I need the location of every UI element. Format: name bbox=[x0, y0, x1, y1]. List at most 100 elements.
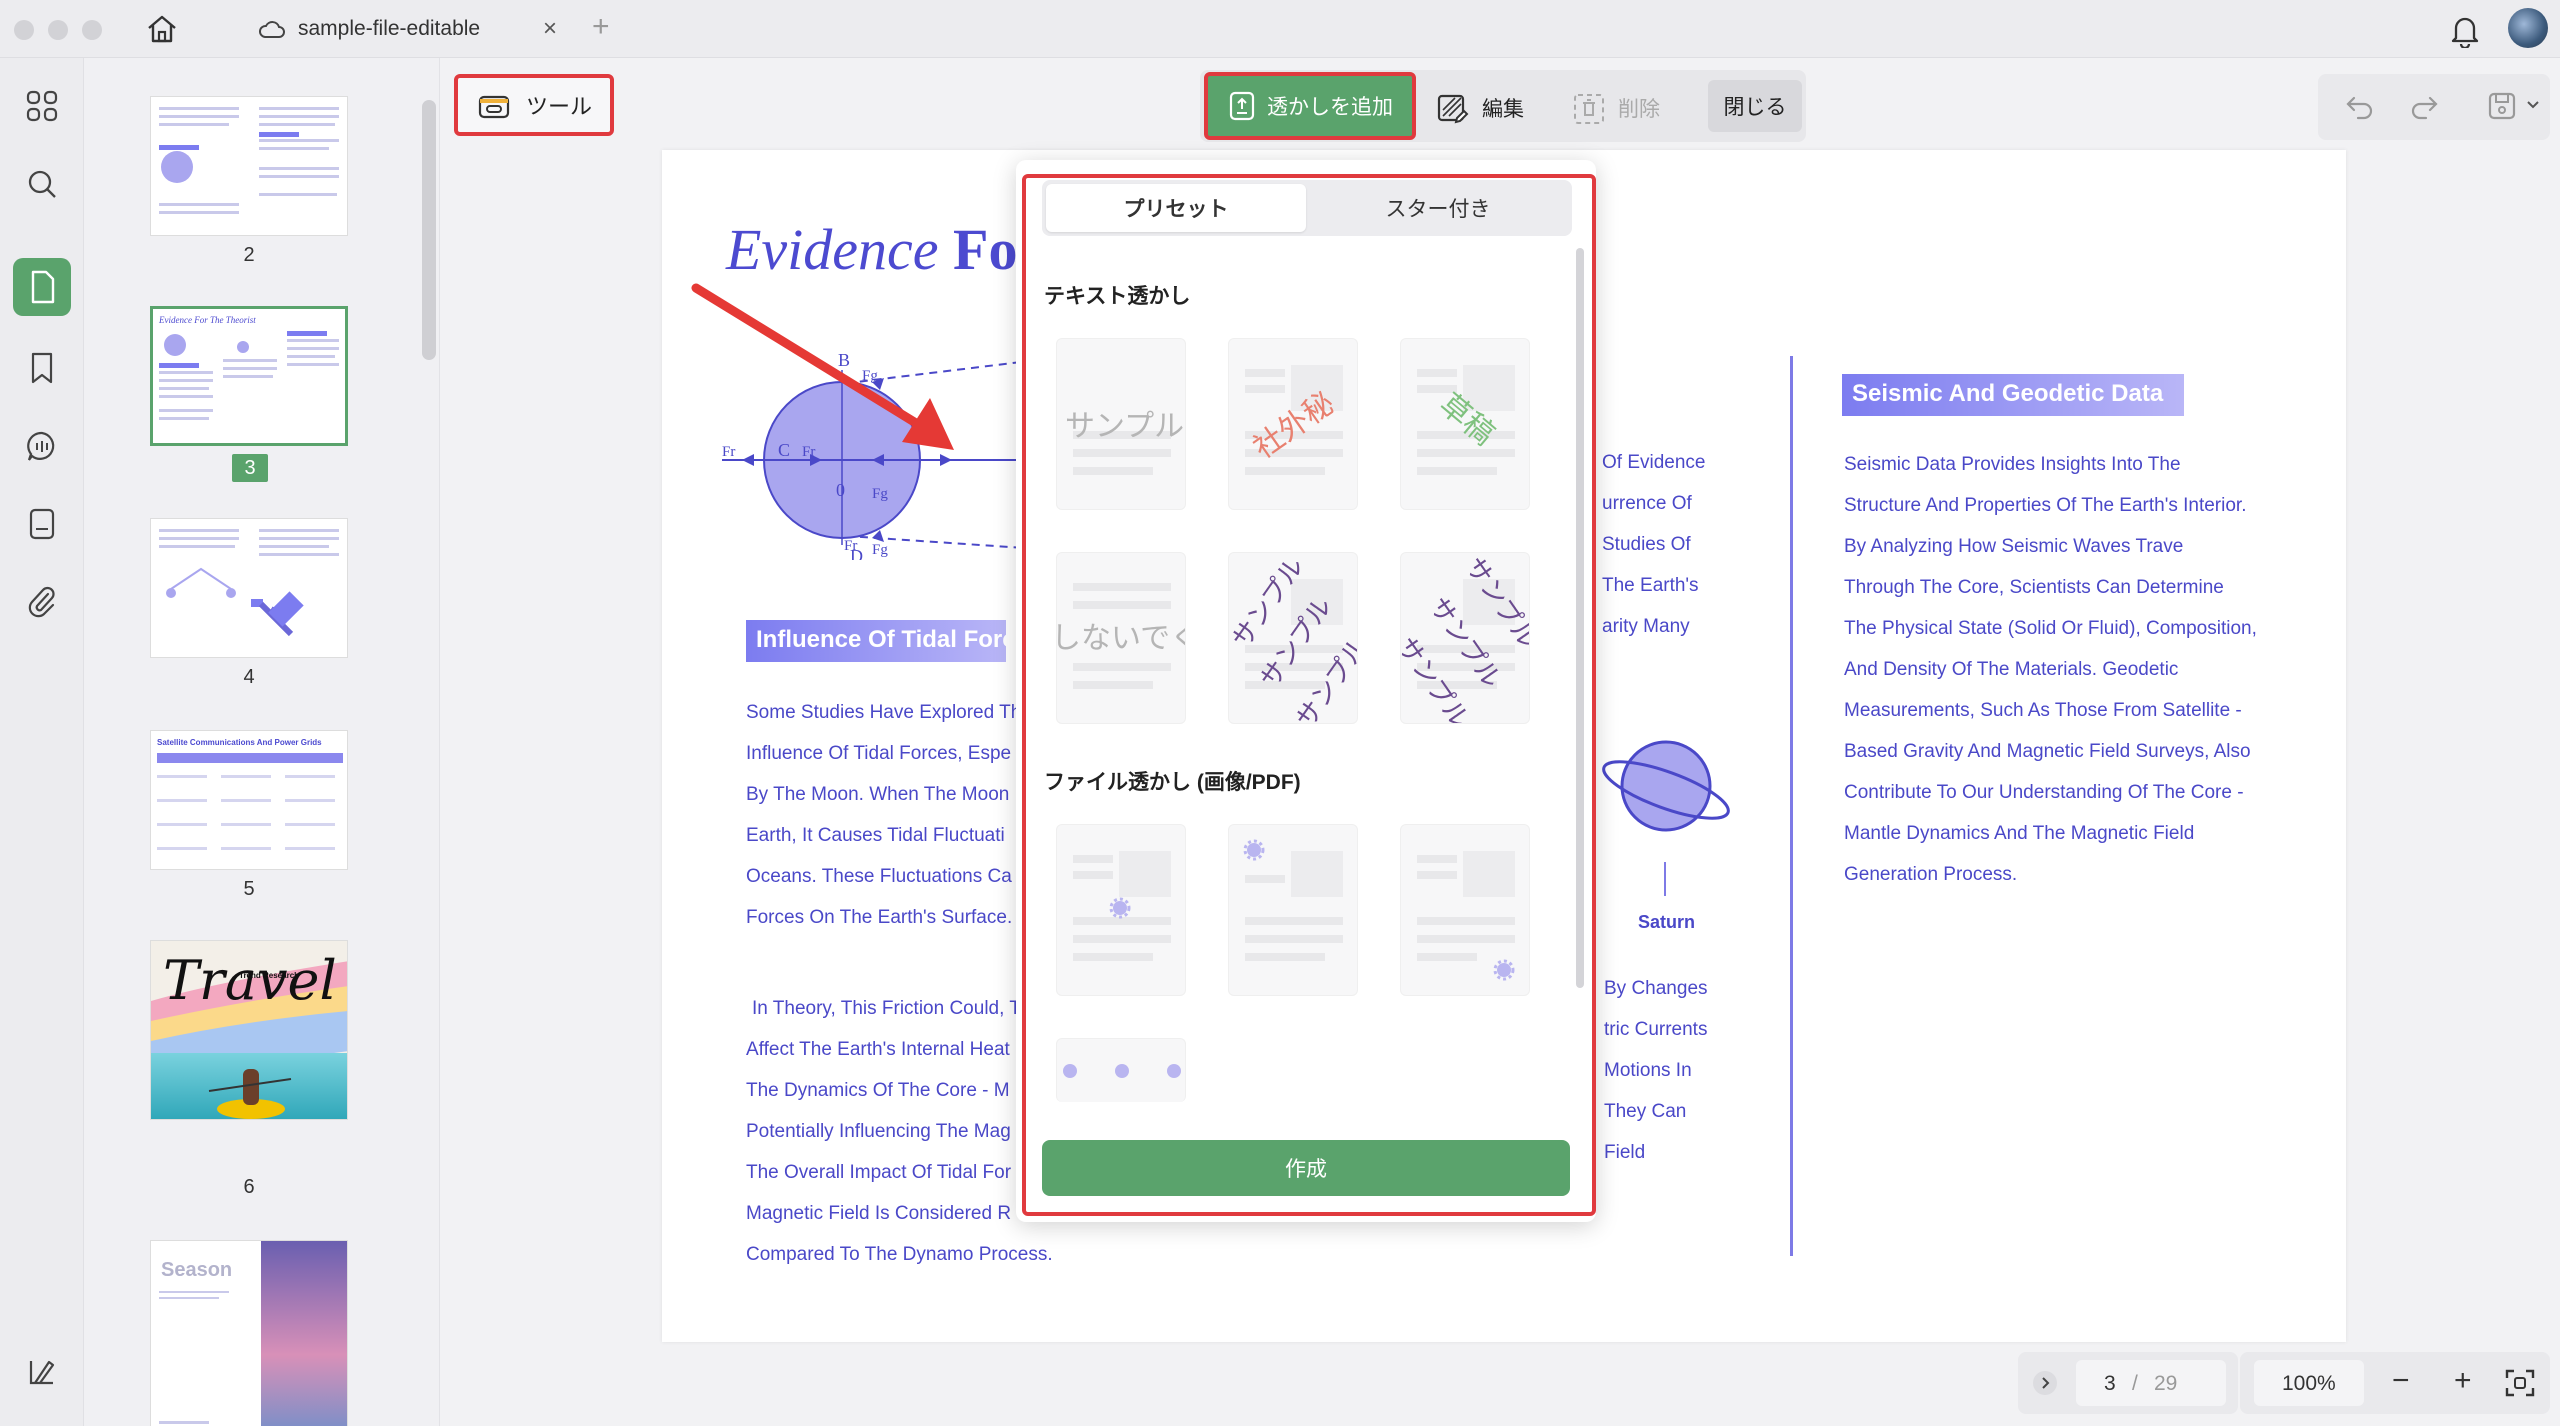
home-button[interactable] bbox=[140, 12, 184, 46]
tab-title: sample-file-editable bbox=[298, 17, 481, 40]
save-icon[interactable] bbox=[2486, 90, 2518, 122]
thumbnail-page-7[interactable]: Season bbox=[150, 1240, 348, 1426]
file-preset-bottom-right-card[interactable] bbox=[1400, 824, 1530, 996]
window-close-dot[interactable] bbox=[14, 20, 34, 40]
thumbnail-page-3[interactable]: Evidence For The Theorist bbox=[150, 306, 348, 446]
text-line: The Dynamics Of The Core - M bbox=[746, 1080, 1010, 1101]
document-tab[interactable]: sample-file-editable × bbox=[258, 6, 578, 52]
window-zoom-dot[interactable] bbox=[82, 20, 102, 40]
tab-presets[interactable]: プリセット bbox=[1046, 184, 1306, 232]
thumbnail-travel-subtitle: Trend Research bbox=[239, 971, 300, 980]
chevron-right-icon[interactable] bbox=[2032, 1370, 2058, 1396]
tab-starred[interactable]: スター付き bbox=[1308, 184, 1568, 232]
preset-tiled-sample-card[interactable]: サンプル サンプル サンプル bbox=[1228, 552, 1358, 724]
thumbnail-page-4[interactable] bbox=[150, 518, 348, 658]
fit-screen-icon[interactable] bbox=[2504, 1368, 2536, 1398]
toolbox-icon bbox=[478, 95, 510, 119]
thumbnail-page-5[interactable]: Satellite Communications And Power Grids bbox=[150, 730, 348, 870]
tools-button[interactable]: ツール bbox=[454, 74, 614, 136]
watermark-donot-text: しないでく bbox=[1056, 622, 1185, 655]
new-tab-icon[interactable]: + bbox=[592, 10, 610, 44]
watermark-tab-switch: プリセット スター付き bbox=[1042, 180, 1572, 236]
text-watermark-heading: テキスト透かし bbox=[1044, 285, 1191, 308]
edit-watermark-button[interactable]: 編集 bbox=[1436, 84, 1524, 132]
rail-comment-button[interactable] bbox=[20, 424, 64, 468]
text-line: By The Moon. When The Moon bbox=[746, 784, 1010, 805]
file-preset-tiled-card[interactable] bbox=[1056, 1038, 1186, 1102]
svg-text:Satellite Communications And P: Satellite Communications And Power Grids bbox=[157, 738, 322, 747]
document-title: Evidence Fo bbox=[726, 216, 1017, 283]
delete-watermark-button[interactable]: 削除 bbox=[1572, 84, 1660, 132]
text-line: Mantle Dynamics And The Magnetic Field bbox=[1844, 823, 2195, 844]
thumbnail-scrollbar[interactable] bbox=[422, 100, 436, 360]
middle-paragraph-2: By Changes tric Currents Motions In They… bbox=[1604, 968, 1708, 1173]
thumbnail-page-6[interactable]: Travel Trend Research bbox=[150, 940, 348, 1120]
saturn-pointer-line bbox=[1664, 862, 1666, 896]
text-line: tric Currents bbox=[1604, 1019, 1708, 1040]
rail-search-button[interactable] bbox=[20, 162, 64, 206]
rail-apps-button[interactable] bbox=[20, 84, 64, 128]
preset-draft-card[interactable]: 草稿 bbox=[1400, 338, 1530, 510]
create-watermark-button[interactable]: 作成 bbox=[1042, 1140, 1570, 1196]
chevron-down-icon[interactable] bbox=[2524, 96, 2542, 114]
left-paragraph-2: In Theory, This Friction Could, T Affect… bbox=[746, 988, 1053, 1275]
edit-watermark-icon bbox=[1437, 94, 1469, 124]
text-line: Earth, It Causes Tidal Fluctuati bbox=[746, 825, 1005, 846]
column-divider bbox=[1790, 356, 1793, 1256]
text-line: In Theory, This Friction Could, T bbox=[752, 998, 1021, 1019]
preset-donot-card[interactable]: しないでく bbox=[1056, 552, 1186, 724]
thumbnail-panel: 2 Evidence For The Theorist 3 4 Satellit… bbox=[84, 58, 440, 1426]
annotation-arrow-icon bbox=[691, 283, 954, 450]
form-icon bbox=[29, 508, 55, 540]
file-preset-center-card[interactable] bbox=[1056, 824, 1186, 996]
preset-confidential-card[interactable]: 社外秘 bbox=[1228, 338, 1358, 510]
diagram-label-fg: Fg bbox=[872, 486, 888, 502]
text-line: Structure And Properties Of The Earth's … bbox=[1844, 495, 2247, 516]
page-number-input[interactable] bbox=[2076, 1360, 2226, 1406]
rail-bookmark-button[interactable] bbox=[20, 346, 64, 390]
notification-button[interactable] bbox=[2448, 12, 2482, 53]
close-watermark-button[interactable]: 閉じる bbox=[1708, 80, 1802, 132]
rail-attachment-button[interactable] bbox=[20, 580, 64, 624]
gear-watermark-icon bbox=[1109, 897, 1131, 919]
search-icon bbox=[28, 170, 56, 198]
svg-text:Evidence For The Theorist: Evidence For The Theorist bbox=[158, 315, 256, 325]
redo-icon[interactable] bbox=[2408, 90, 2440, 122]
window-minimize-dot[interactable] bbox=[48, 20, 68, 40]
thumbnail-page-2[interactable] bbox=[150, 96, 348, 236]
thumbnail-number: 2 bbox=[243, 244, 255, 266]
rail-form-button[interactable] bbox=[20, 502, 64, 546]
text-line: Through The Core, Scientists Can Determi… bbox=[1844, 577, 2224, 598]
page-icon bbox=[31, 270, 55, 304]
text-line: They Can bbox=[1604, 1101, 1687, 1122]
watermark-panel-scrollbar[interactable] bbox=[1576, 248, 1584, 988]
text-line: Compared To The Dynamo Process. bbox=[746, 1244, 1053, 1265]
title-bold-part: Fo bbox=[953, 217, 1018, 282]
text-line: And Density Of The Materials. Geodetic bbox=[1844, 659, 2179, 680]
preset-tiled-rotated-card[interactable]: サンプル サンプル サンプル bbox=[1400, 552, 1530, 724]
text-line: Contribute To Our Understanding Of The C… bbox=[1844, 782, 2244, 803]
add-watermark-button[interactable]: 透かしを追加 bbox=[1204, 72, 1416, 140]
rail-more-button[interactable] bbox=[20, 1350, 64, 1394]
preset-sample-card[interactable]: サンプル bbox=[1056, 338, 1186, 510]
undo-icon[interactable] bbox=[2344, 90, 2376, 122]
rail-pages-button[interactable] bbox=[13, 258, 71, 316]
gear-watermark-icon bbox=[1243, 839, 1265, 861]
text-line: Based Gravity And Magnetic Field Surveys… bbox=[1844, 741, 2251, 762]
file-preset-top-left-card[interactable] bbox=[1228, 824, 1358, 996]
right-section-heading: Seismic And Geodetic Data bbox=[1842, 374, 2184, 416]
text-line: The Earth's bbox=[1602, 575, 1699, 596]
user-avatar[interactable] bbox=[2508, 8, 2548, 48]
text-line: Affect The Earth's Internal Heat bbox=[746, 1039, 1010, 1060]
thumbnail-number: 6 bbox=[243, 1176, 255, 1198]
diagram-label-zero: 0 bbox=[836, 480, 845, 500]
tab-close-icon[interactable]: × bbox=[543, 15, 557, 43]
bookmark-icon bbox=[31, 352, 53, 384]
text-line: Measurements, Such As Those From Satelli… bbox=[1844, 700, 2242, 721]
gear-watermark-icon bbox=[1493, 959, 1515, 981]
zoom-in-icon[interactable]: + bbox=[2454, 1364, 2472, 1398]
zoom-out-icon[interactable]: − bbox=[2392, 1364, 2410, 1398]
thumbnail-number-selected: 3 bbox=[232, 454, 268, 482]
middle-paragraph-1: Of Evidence urrence Of Studies Of The Ea… bbox=[1602, 442, 1706, 647]
left-icon-rail bbox=[0, 58, 84, 1426]
